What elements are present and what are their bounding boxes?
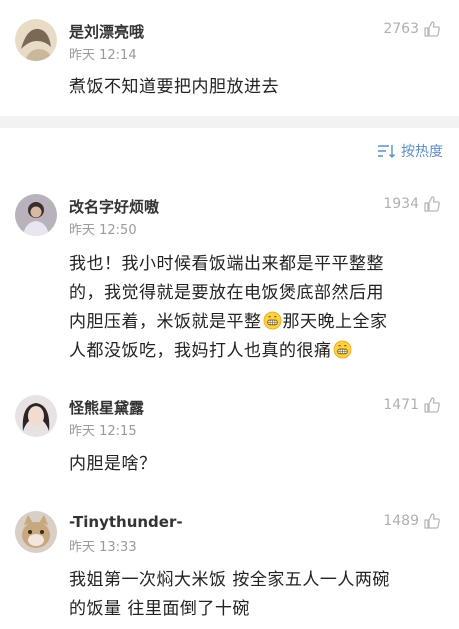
like-button[interactable]: 2763 <box>383 20 441 38</box>
comment-item: 是刘漂亮哦 昨天 12:14 2763 煮饭不知道要把内胆放进去 <box>0 0 459 116</box>
like-count: 1934 <box>383 196 419 212</box>
thumbs-up-icon <box>424 21 440 37</box>
sort-hot-button[interactable]: 按热度 <box>377 141 443 161</box>
like-count: 1471 <box>383 397 419 413</box>
comment-text: 我也！我小时候看饭端出来都是平平整整 的，我觉得就是要放在电饭煲底部然后用 内胆… <box>69 250 445 366</box>
comment-line: 我也！我小时候看饭端出来都是平平整整 <box>69 254 384 274</box>
sort-label: 按热度 <box>401 144 443 160</box>
comment-line: 的，我觉得就是要放在电饭煲底部然后用 <box>69 283 384 303</box>
avatar[interactable] <box>15 511 57 553</box>
comment-text: 我姐第一次焖大米饭 按全家五人一人两碗 的饭量 往里面倒了十碗 <box>69 566 445 624</box>
comment-item: 怪熊星黛露 昨天 12:15 1471 内胆是啥？ <box>0 380 459 490</box>
like-button[interactable]: 1934 <box>383 195 441 213</box>
comment-line: 我姐第一次焖大米饭 按全家五人一人两碗 <box>69 570 390 590</box>
comment-line: 人都没饭吃，我妈打人也真的很痛 <box>69 337 445 366</box>
grinning-emoji-icon <box>263 311 281 330</box>
timestamp: 昨天 12:14 <box>69 48 137 63</box>
comment-item: 改名字好烦嗷 昨天 12:50 1934 我也！我小时候看饭端出来都是平平整整 … <box>0 180 459 370</box>
timestamp: 昨天 12:50 <box>69 223 137 238</box>
like-button[interactable]: 1489 <box>383 512 441 530</box>
thumbs-up-icon <box>424 397 440 413</box>
avatar-image <box>15 19 57 61</box>
comment-text: 煮饭不知道要把内胆放进去 <box>69 73 445 102</box>
comment-line: 内胆压着，米饭就是平整 那天晚上全家 <box>69 308 445 337</box>
avatar[interactable] <box>15 19 57 61</box>
thumbs-up-icon <box>424 513 440 529</box>
comment-segment: 人都没饭吃，我妈打人也真的很痛 <box>69 341 332 361</box>
comment-item: -Tinythunder- 昨天 13:33 1489 我姐第一次焖大米饭 按全… <box>0 495 459 629</box>
thumbs-up-icon <box>424 196 440 212</box>
grinning-emoji-icon <box>333 340 351 359</box>
timestamp: 昨天 12:15 <box>69 424 137 439</box>
like-button[interactable]: 1471 <box>383 396 441 414</box>
comment-line: 内胆是啥？ <box>69 454 157 474</box>
like-count: 2763 <box>383 21 419 37</box>
like-count: 1489 <box>383 513 419 529</box>
timestamp: 昨天 13:33 <box>69 540 137 555</box>
avatar[interactable] <box>15 194 57 236</box>
comment-segment: 内胆压着，米饭就是平整 <box>69 312 262 332</box>
sort-icon <box>378 145 395 158</box>
avatar-image <box>15 511 57 553</box>
avatar-image <box>15 194 57 236</box>
comment-segment: 那天晚上全家 <box>282 312 388 332</box>
avatar[interactable] <box>15 395 57 437</box>
section-divider <box>0 116 459 128</box>
username[interactable]: 是刘漂亮哦 <box>69 21 144 42</box>
avatar-image <box>15 395 57 437</box>
comment-line: 煮饭不知道要把内胆放进去 <box>69 77 279 97</box>
username[interactable]: -Tinythunder- <box>69 513 183 531</box>
comment-line: 的饭量 往里面倒了十碗 <box>69 599 250 619</box>
comment-text: 内胆是啥？ <box>69 450 445 479</box>
username[interactable]: 怪熊星黛露 <box>69 397 144 418</box>
username[interactable]: 改名字好烦嗷 <box>69 196 159 217</box>
